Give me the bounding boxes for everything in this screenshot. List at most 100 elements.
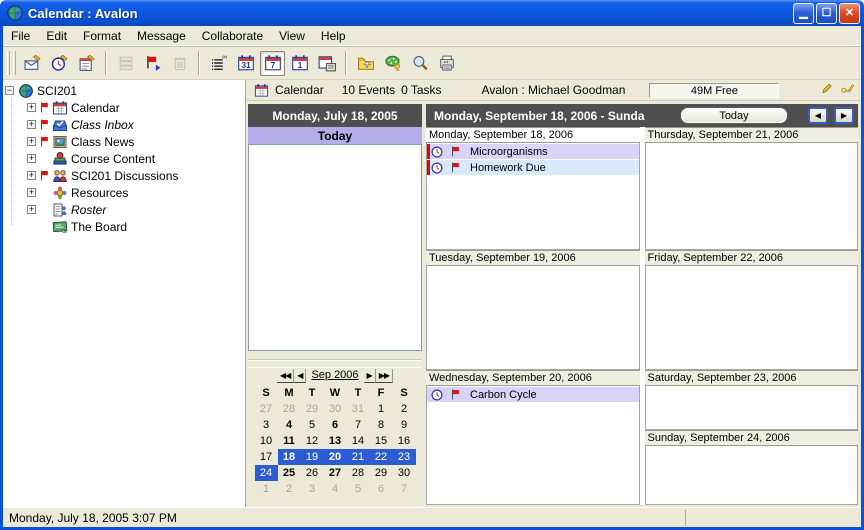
mini-date-cell[interactable]: 17 xyxy=(255,449,278,465)
edit-pencil-icon[interactable] xyxy=(813,82,834,95)
mini-date-cell[interactable]: 20 xyxy=(324,449,347,465)
menu-edit[interactable]: Edit xyxy=(38,27,75,45)
day-cell[interactable] xyxy=(645,143,859,250)
expand-box-icon[interactable]: + xyxy=(27,137,36,146)
sidebar-item-sci201-discussions[interactable]: +SCI201 Discussions xyxy=(5,167,245,184)
event-item[interactable]: Homework Due xyxy=(427,160,639,175)
month-view-button[interactable]: 31 xyxy=(233,51,258,76)
mini-date-cell[interactable]: 4 xyxy=(278,417,301,433)
month-label-link[interactable]: Sep 2006 xyxy=(306,369,363,382)
mini-date-cell[interactable]: 22 xyxy=(370,449,393,465)
mini-date-cell[interactable]: 8 xyxy=(370,417,393,433)
menu-message[interactable]: Message xyxy=(129,27,194,45)
mini-date-cell[interactable]: 30 xyxy=(324,401,347,417)
today-button[interactable]: Today xyxy=(680,107,788,124)
print-button[interactable] xyxy=(434,51,459,76)
flag-priority-button[interactable] xyxy=(140,51,165,76)
schedule-view-button[interactable] xyxy=(314,51,339,76)
mini-date-cell[interactable]: 27 xyxy=(324,465,347,481)
mini-date-cell[interactable]: 7 xyxy=(393,481,416,497)
toolbar-drag-handle[interactable] xyxy=(13,51,16,75)
mini-date-cell[interactable]: 19 xyxy=(301,449,324,465)
mini-date-cell[interactable]: 28 xyxy=(347,465,370,481)
event-item[interactable]: Carbon Cycle xyxy=(427,387,639,402)
mini-date-cell[interactable]: 15 xyxy=(370,433,393,449)
prev-year-button[interactable]: ◀◀ xyxy=(277,369,294,383)
mini-date-cell[interactable]: 21 xyxy=(347,449,370,465)
close-button[interactable]: ✕ xyxy=(839,3,860,24)
sidebar-item-roster[interactable]: +Roster xyxy=(5,201,245,218)
prev-month-button[interactable]: ◀ xyxy=(294,369,306,383)
next-week-button[interactable]: ▶ xyxy=(834,107,854,124)
mini-date-cell[interactable]: 29 xyxy=(370,465,393,481)
tree-root-sci201[interactable]: − SCI201 xyxy=(5,82,245,99)
mini-date-cell[interactable]: 9 xyxy=(393,417,416,433)
day-cell[interactable] xyxy=(645,446,859,505)
mini-date-cell[interactable]: 16 xyxy=(393,433,416,449)
sidebar-item-the-board[interactable]: +The Board xyxy=(5,218,245,235)
expand-box-icon[interactable]: + xyxy=(27,103,36,112)
maximize-button[interactable]: ☐ xyxy=(816,3,837,24)
new-task-button[interactable] xyxy=(74,51,99,76)
mini-date-cell[interactable]: 3 xyxy=(301,481,324,497)
menu-format[interactable]: Format xyxy=(75,27,129,45)
mini-date-cell[interactable]: 29 xyxy=(301,401,324,417)
new-message-button[interactable] xyxy=(20,51,45,76)
mini-date-cell[interactable]: 27 xyxy=(255,401,278,417)
mini-date-cell[interactable]: 12 xyxy=(301,433,324,449)
mini-date-cell[interactable]: 13 xyxy=(324,433,347,449)
mini-date-cell[interactable]: 23 xyxy=(393,449,416,465)
mini-date-cell[interactable]: 5 xyxy=(301,417,324,433)
week-view-button[interactable]: 7 xyxy=(260,51,285,76)
prev-week-button[interactable]: ◀ xyxy=(808,107,828,124)
expand-box-icon[interactable]: + xyxy=(27,171,36,180)
mini-date-cell[interactable]: 11 xyxy=(278,433,301,449)
menu-collaborate[interactable]: Collaborate xyxy=(194,27,271,45)
expand-box-icon[interactable]: + xyxy=(27,154,36,163)
day-cell[interactable] xyxy=(645,386,859,430)
day-cell[interactable] xyxy=(645,266,859,370)
expand-box-icon[interactable]: + xyxy=(27,205,36,214)
mini-date-cell[interactable]: 6 xyxy=(324,417,347,433)
list-view-button[interactable]: ∞ xyxy=(206,51,231,76)
next-month-button[interactable]: ▶ xyxy=(364,369,376,383)
menu-view[interactable]: View xyxy=(271,27,313,45)
mini-date-cell[interactable]: 25 xyxy=(278,465,301,481)
sidebar-item-resources[interactable]: +Resources xyxy=(5,184,245,201)
mini-date-cell[interactable]: 2 xyxy=(278,481,301,497)
mini-date-cell[interactable]: 24 xyxy=(255,465,278,481)
mini-date-cell[interactable]: 1 xyxy=(370,401,393,417)
next-year-button[interactable]: ▶▶ xyxy=(376,369,393,383)
day-cell[interactable]: Carbon Cycle xyxy=(426,386,640,505)
sidebar-item-calendar[interactable]: +Calendar xyxy=(5,99,245,116)
mini-date-cell[interactable]: 6 xyxy=(370,481,393,497)
day-cell[interactable]: MicroorganismsHomework Due xyxy=(426,143,640,250)
expand-box-icon[interactable]: + xyxy=(27,188,36,197)
mini-date-cell[interactable]: 30 xyxy=(393,465,416,481)
menu-help[interactable]: Help xyxy=(313,27,354,45)
collapse-box-icon[interactable]: − xyxy=(5,86,14,95)
mini-date-cell[interactable]: 3 xyxy=(255,417,278,433)
mini-date-cell[interactable]: 18 xyxy=(278,449,301,465)
mini-date-cell[interactable]: 5 xyxy=(347,481,370,497)
mini-date-cell[interactable]: 10 xyxy=(255,433,278,449)
mini-date-cell[interactable]: 14 xyxy=(347,433,370,449)
mini-date-cell[interactable]: 4 xyxy=(324,481,347,497)
mini-date-cell[interactable]: 2 xyxy=(393,401,416,417)
day-view-button[interactable]: 1 xyxy=(287,51,312,76)
mini-date-cell[interactable]: 31 xyxy=(347,401,370,417)
search-button[interactable] xyxy=(407,51,432,76)
expand-box-icon[interactable]: + xyxy=(27,120,36,129)
menu-file[interactable]: File xyxy=(3,27,38,45)
today-band[interactable]: Today xyxy=(248,127,422,144)
access-key-icon[interactable] xyxy=(834,82,855,95)
mini-date-cell[interactable]: 7 xyxy=(347,417,370,433)
minimize-button[interactable]: ▁ xyxy=(793,3,814,24)
mini-date-cell[interactable]: 1 xyxy=(255,481,278,497)
sidebar-item-class-news[interactable]: +Class News xyxy=(5,133,245,150)
event-item[interactable]: Microorganisms xyxy=(427,144,639,159)
sidebar-item-course-content[interactable]: +Course Content xyxy=(5,150,245,167)
day-schedule-area[interactable] xyxy=(248,144,422,351)
new-event-button[interactable] xyxy=(47,51,72,76)
sidebar-item-class-inbox[interactable]: +Class Inbox xyxy=(5,116,245,133)
